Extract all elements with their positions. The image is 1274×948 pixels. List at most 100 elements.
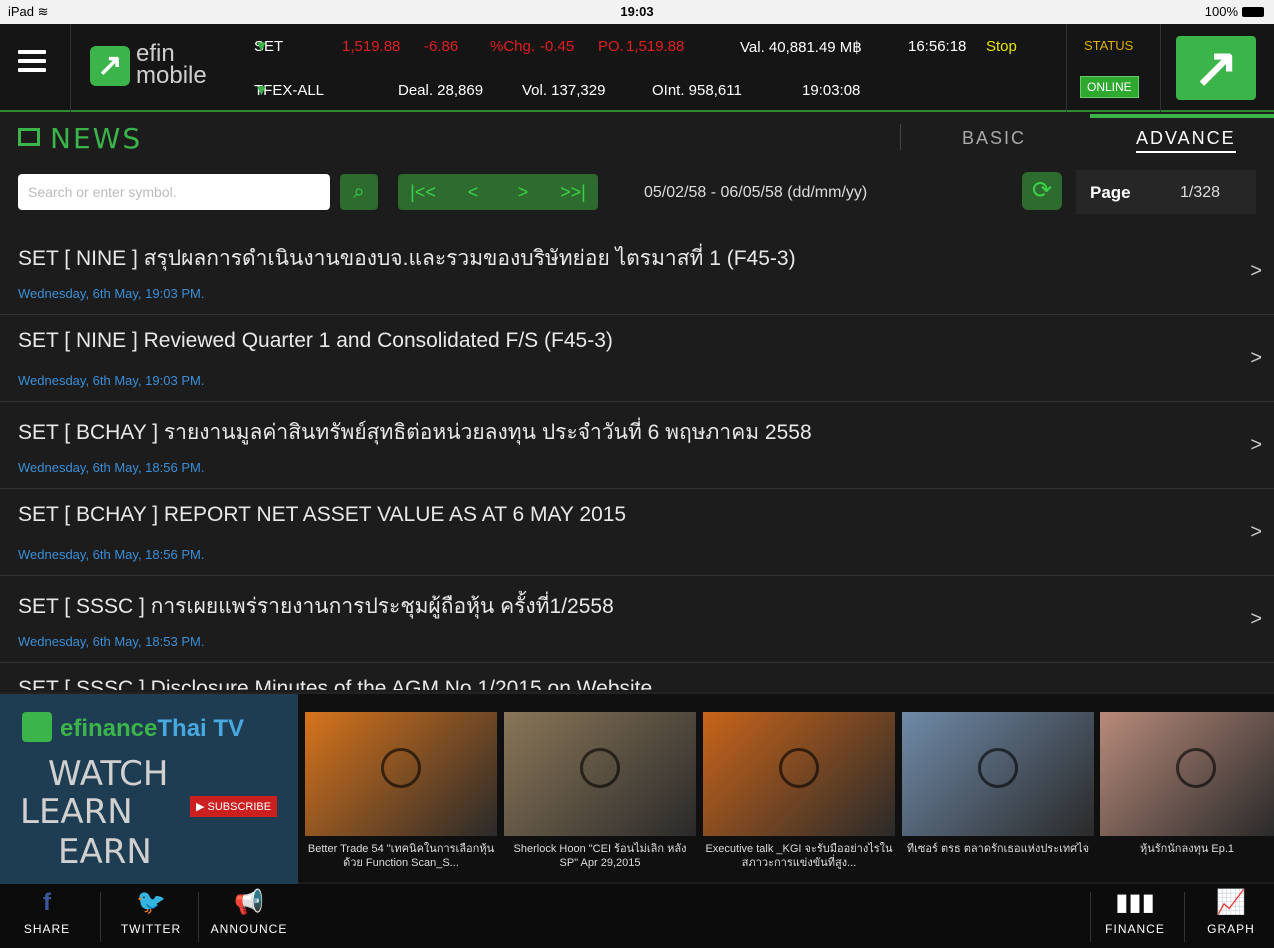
page-label: Page (1090, 183, 1131, 202)
news-item[interactable]: SET [ BCHAY ] REPORT NET ASSET VALUE AS … (0, 489, 1274, 576)
share-button[interactable]: f SHARE (22, 888, 72, 936)
news-item-date: Wednesday, 6th May, 18:56 PM. (18, 460, 205, 475)
finance-button[interactable]: ▮▮▮ FINANCE (1094, 888, 1176, 936)
finance-label: FINANCE (1105, 922, 1165, 936)
news-item-title: SET [ NINE ] Reviewed Quarter 1 and Cons… (18, 329, 613, 352)
news-item[interactable]: SET [ SSSC ] การเผยแพร่รายงานการประชุมผู… (0, 576, 1274, 663)
chevron-right-icon: > (1250, 521, 1262, 543)
refresh-icon[interactable]: ⟳ (1022, 172, 1062, 210)
set-index: 1,519.88 (342, 38, 401, 55)
newspaper-icon (18, 128, 40, 146)
video-thumbnail[interactable]: Sherlock Hoon "CEI ร้อนไม่เลิก หลัง SP" … (504, 704, 696, 884)
graph-button[interactable]: 📈 GRAPH (1196, 888, 1266, 936)
announce-button[interactable]: 📢 ANNOUNCE (206, 888, 292, 936)
tab-basic[interactable]: BASIC (962, 128, 1026, 149)
set-change: -6.86 (424, 38, 459, 55)
announce-label: ANNOUNCE (210, 922, 288, 936)
header-divider (1160, 24, 1161, 112)
news-item-date: Wednesday, 6th May, 19:03 PM. (18, 286, 205, 301)
tab-divider (900, 124, 901, 150)
news-item[interactable]: SET [ NINE ] Reviewed Quarter 1 and Cons… (0, 315, 1274, 402)
bottom-divider (198, 892, 199, 942)
search-input[interactable] (18, 174, 330, 210)
first-page-icon[interactable]: |<< (398, 174, 448, 210)
video-caption: ทีเซอร์ ตรธ ตลาดรักเธอแห่งประเทศไจ (906, 843, 1090, 855)
status-badge: ONLINE (1080, 76, 1139, 98)
twitter-button[interactable]: 🐦 TWITTER (112, 888, 190, 936)
efin-home-icon[interactable]: ↗ (1176, 36, 1256, 100)
news-heading: NEWS (18, 122, 142, 155)
play-icon (580, 748, 620, 788)
battery-indicator: 100% (1205, 4, 1264, 19)
subscribe-button[interactable]: ▶ SUBSCRIBE (190, 796, 278, 817)
header-divider (70, 24, 71, 112)
bottom-divider (1184, 892, 1185, 942)
pagination-controls: |<< < > >>| (398, 174, 598, 210)
brand-text-tv: Thai TV (157, 715, 245, 742)
brand-text: efinance (60, 715, 158, 742)
chevron-right-icon: > (1250, 434, 1262, 456)
set-po-label: PO. (598, 38, 624, 55)
date-range[interactable]: 05/02/58 - 06/05/58 (dd/mm/yy) (644, 184, 867, 202)
search-icon: ⌕ (353, 181, 365, 203)
page-indicator: Page 1/328 (1076, 170, 1256, 214)
efin-arrow-icon (22, 712, 52, 742)
video-caption: Better Trade 54 "เทคนิคในการเลือกหุ้นด้ว… (307, 843, 495, 869)
last-page-icon[interactable]: >>| (548, 174, 598, 210)
play-icon (1176, 748, 1216, 788)
logo-text-mobile: mobile (136, 62, 207, 89)
set-pct: -0.45 (540, 38, 575, 55)
tab-advance[interactable]: ADVANCE (1136, 128, 1236, 153)
hamburger-menu-icon[interactable] (18, 50, 46, 72)
news-item-title: SET [ SSSC ] Disclosure Minutes of the A… (18, 677, 653, 690)
page-value: 1/328 (1180, 184, 1221, 201)
news-item-date: Wednesday, 6th May, 18:53 PM. (18, 634, 205, 649)
video-thumbnail[interactable]: Better Trade 54 "เทคนิคในการเลือกหุ้นด้ว… (305, 704, 497, 884)
tfex-time: 19:03:08 (802, 82, 861, 99)
tfex-vol: Vol. 137,329 (522, 82, 606, 99)
set-market-state: Stop (986, 38, 1017, 55)
chevron-right-icon: > (1250, 347, 1262, 369)
news-item[interactable]: SET [ BCHAY ] รายงานมูลค่าสินทรัพย์สุทธิ… (0, 402, 1274, 489)
efinance-tv-banner[interactable]: efinanceThai TV WATCH LEARN EARN ▶ SUBSC… (0, 694, 298, 884)
app-header: ↗ efin mobile ▼ SET 1,519.88 -6.86 %Chg. … (0, 24, 1274, 112)
efin-mobile-logo: ↗ efin mobile (90, 40, 240, 98)
search-button[interactable]: ⌕ (340, 174, 378, 210)
set-time: 16:56:18 (908, 38, 967, 55)
down-triangle-icon: ▼ (254, 82, 269, 99)
battery-percent: 100% (1204, 4, 1238, 19)
news-item[interactable]: SET [ NINE ] สรุปผลการดำเนินงานของบจ.และ… (0, 228, 1274, 315)
prev-page-icon[interactable]: < (448, 174, 498, 210)
clock: 19:03 (620, 4, 654, 19)
play-icon (978, 748, 1018, 788)
news-item[interactable]: SET [ SSSC ] Disclosure Minutes of the A… (0, 663, 1274, 690)
news-item-date: Wednesday, 6th May, 18:56 PM. (18, 547, 205, 562)
news-item-title: SET [ BCHAY ] REPORT NET ASSET VALUE AS … (18, 503, 627, 526)
set-pct-label: %Chg. (490, 38, 536, 55)
video-thumbnail[interactable]: ทีเซอร์ ตรธ ตลาดรักเธอแห่งประเทศไจ (902, 704, 1094, 884)
video-caption: Sherlock Hoon "CEI ร้อนไม่เลิก หลัง SP" … (513, 843, 687, 869)
bottom-toolbar: f SHARE 🐦 TWITTER 📢 ANNOUNCE ▮▮▮ FINANCE… (0, 884, 1274, 948)
news-section-bar: NEWS BASIC ADVANCE (0, 114, 1274, 160)
active-tab-indicator (1090, 114, 1274, 118)
tfex-oint: OInt. 958,611 (652, 82, 742, 99)
subscribe-label: SUBSCRIBE (207, 801, 272, 813)
promo-learn: LEARN (20, 792, 133, 832)
down-triangle-icon: ▼ (254, 38, 269, 55)
set-po: 1,519.88 (626, 38, 685, 55)
chevron-right-icon: > (1250, 260, 1262, 282)
play-icon (779, 748, 819, 788)
news-list: SET [ NINE ] สรุปผลการดำเนินงานของบจ.และ… (0, 228, 1274, 690)
video-thumbnail[interactable]: Executive talk _KGI จะรับมืออย่างไรในสภา… (703, 704, 895, 884)
video-caption: Executive talk _KGI จะรับมืออย่างไรในสภา… (705, 843, 893, 869)
app-root: iPad ≋ 19:03 100% ↗ efin mobile ▼ SET 1,5… (0, 0, 1274, 948)
video-thumbnail[interactable]: หุ้นรักนักลงทุน Ep.1 (1100, 704, 1274, 884)
twitter-label: TWITTER (120, 922, 182, 936)
news-toolbar: ⌕ |<< < > >>| 05/02/58 - 06/05/58 (dd/mm… (0, 164, 1274, 220)
next-page-icon[interactable]: > (498, 174, 548, 210)
efin-arrow-icon: ↗ (90, 46, 130, 86)
status-label: STATUS (1084, 38, 1134, 53)
megaphone-icon: 📢 (234, 889, 264, 916)
battery-icon (1242, 7, 1264, 17)
efinance-tv-logo: efinanceThai TV (22, 712, 244, 743)
